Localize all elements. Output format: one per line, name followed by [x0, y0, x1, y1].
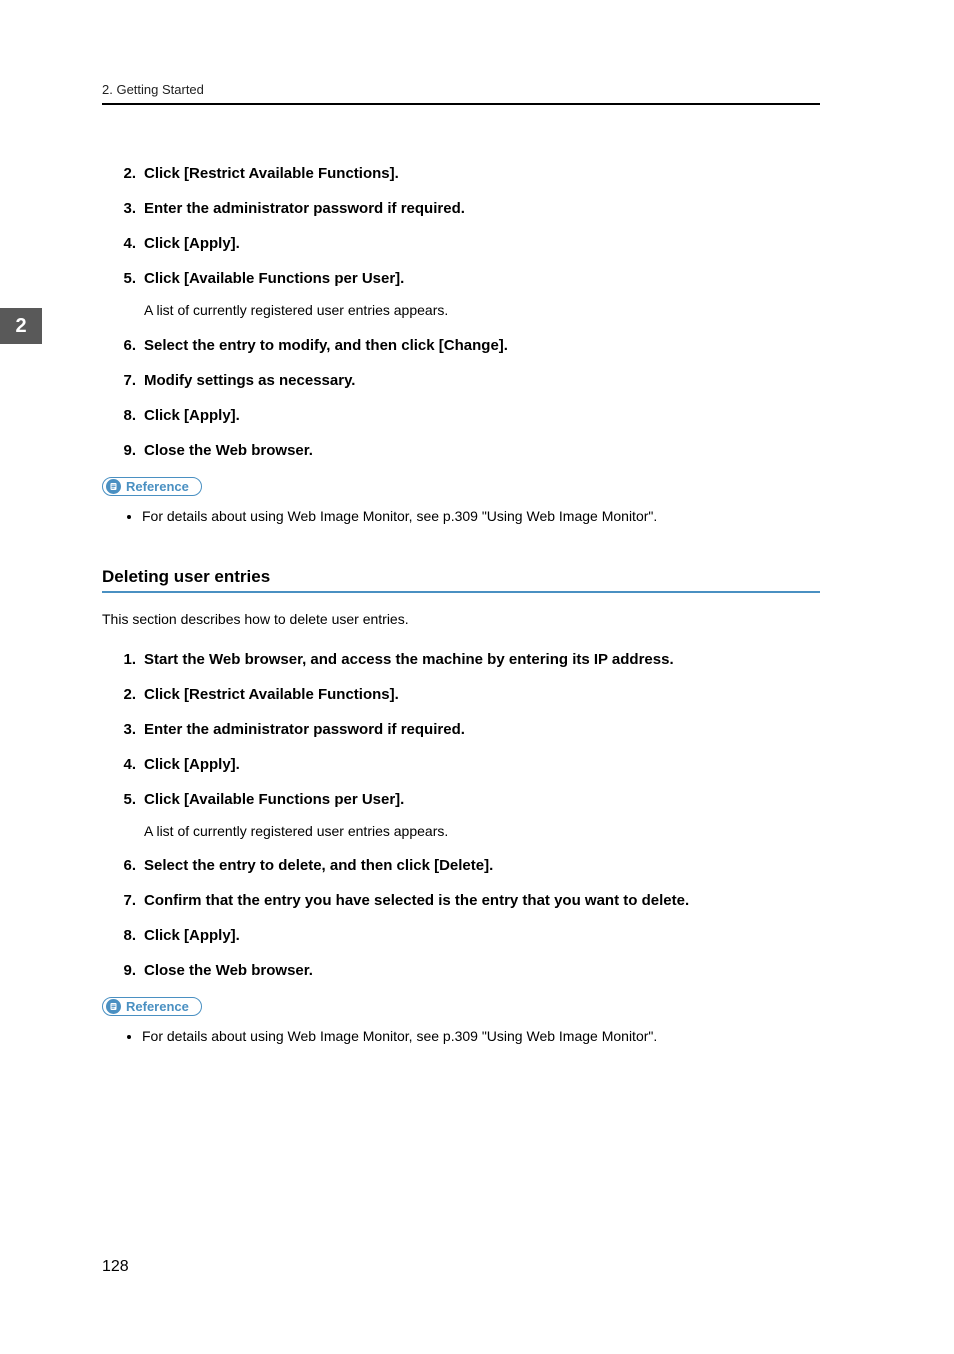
step-number: 9. — [112, 440, 136, 461]
step-number: 9. — [112, 960, 136, 981]
step-text: Modify settings as necessary. — [144, 372, 355, 389]
step-item: 6.Select the entry to delete, and then c… — [124, 855, 820, 876]
step-item: 7.Confirm that the entry you have select… — [124, 890, 820, 911]
step-item: 4.Click [Apply]. — [124, 754, 820, 775]
header-rule — [102, 103, 820, 105]
step-item: 2.Click [Restrict Available Functions]. — [124, 163, 820, 184]
reference-item: For details about using Web Image Monito… — [142, 1026, 820, 1047]
step-item: 5.Click [Available Functions per User]. … — [124, 268, 820, 321]
reference-badge: Reference — [102, 997, 202, 1016]
step-item: 3.Enter the administrator password if re… — [124, 719, 820, 740]
step-number: 8. — [112, 925, 136, 946]
step-text: Click [Available Functions per User]. — [144, 270, 404, 287]
reference-label: Reference — [126, 479, 189, 494]
step-subtext: A list of currently registered user entr… — [144, 822, 820, 842]
step-number: 7. — [112, 370, 136, 391]
step-number: 1. — [112, 649, 136, 670]
step-item: 8.Click [Apply]. — [124, 405, 820, 426]
step-item: 6.Select the entry to modify, and then c… — [124, 335, 820, 356]
step-subtext: A list of currently registered user entr… — [144, 301, 820, 321]
reference-label: Reference — [126, 999, 189, 1014]
step-item: 7.Modify settings as necessary. — [124, 370, 820, 391]
section-tab: 2 — [0, 308, 42, 344]
reference-icon — [106, 999, 121, 1014]
step-text: Enter the administrator password if requ… — [144, 721, 465, 738]
step-text: Click [Apply]. — [144, 407, 240, 424]
step-number: 8. — [112, 405, 136, 426]
step-item: 2.Click [Restrict Available Functions]. — [124, 684, 820, 705]
step-text: Click [Restrict Available Functions]. — [144, 686, 399, 703]
step-number: 7. — [112, 890, 136, 911]
reference-badge: Reference — [102, 477, 202, 496]
step-item: 9.Close the Web browser. — [124, 960, 820, 981]
step-item: 4.Click [Apply]. — [124, 233, 820, 254]
step-item: 5.Click [Available Functions per User]. … — [124, 789, 820, 842]
step-text: Enter the administrator password if requ… — [144, 200, 465, 217]
step-text: Start the Web browser, and access the ma… — [144, 651, 674, 668]
subsection-rule — [102, 591, 820, 593]
step-number: 5. — [112, 268, 136, 289]
step-item: 8.Click [Apply]. — [124, 925, 820, 946]
step-text: Select the entry to modify, and then cli… — [144, 337, 508, 354]
steps-list-a: 2.Click [Restrict Available Functions]. … — [102, 163, 820, 461]
step-text: Click [Apply]. — [144, 927, 240, 944]
step-number: 4. — [112, 754, 136, 775]
reference-item: For details about using Web Image Monito… — [142, 506, 820, 527]
step-text: Click [Restrict Available Functions]. — [144, 165, 399, 182]
step-text: Confirm that the entry you have selected… — [144, 892, 689, 909]
step-text: Close the Web browser. — [144, 442, 313, 459]
reference-list-a: For details about using Web Image Monito… — [102, 506, 820, 527]
step-number: 3. — [112, 719, 136, 740]
step-text: Close the Web browser. — [144, 962, 313, 979]
step-item: 1.Start the Web browser, and access the … — [124, 649, 820, 670]
step-number: 5. — [112, 789, 136, 810]
subsection-heading: Deleting user entries — [102, 567, 820, 587]
reference-list-b: For details about using Web Image Monito… — [102, 1026, 820, 1047]
step-text: Click [Apply]. — [144, 756, 240, 773]
steps-list-b: 1. Start the Web browser, and access the … — [102, 649, 820, 982]
running-head: 2. Getting Started — [102, 82, 820, 97]
step-item: 3.Enter the administrator password if re… — [124, 198, 820, 219]
step-item: 9.Close the Web browser. — [124, 440, 820, 461]
step-text: Click [Apply]. — [144, 235, 240, 252]
reference-icon — [106, 479, 121, 494]
step-text: Click [Available Functions per User]. — [144, 791, 404, 808]
subsection-intro: This section describes how to delete use… — [102, 611, 820, 627]
step-text: Select the entry to delete, and then cli… — [144, 857, 493, 874]
step-number: 3. — [112, 198, 136, 219]
page-body: 2. Getting Started 2.Click [Restrict Ava… — [102, 82, 820, 1087]
step-number: 2. — [112, 163, 136, 184]
page-number: 128 — [102, 1258, 129, 1276]
step-number: 4. — [112, 233, 136, 254]
step-number: 2. — [112, 684, 136, 705]
step-number: 6. — [112, 335, 136, 356]
step-number: 6. — [112, 855, 136, 876]
